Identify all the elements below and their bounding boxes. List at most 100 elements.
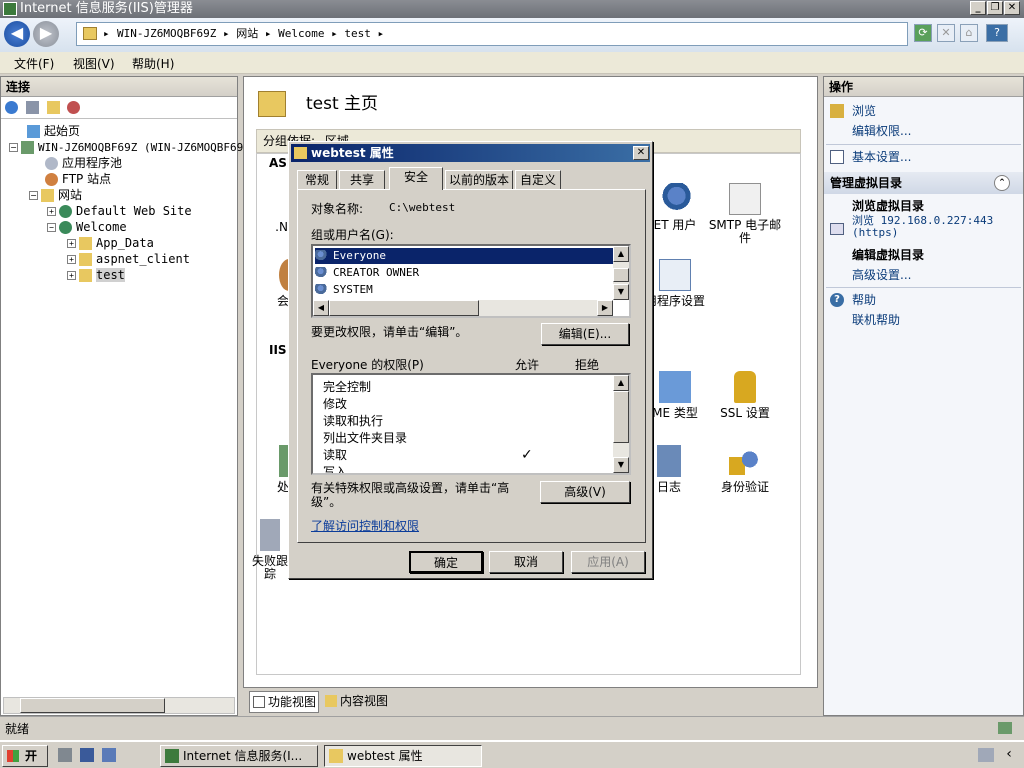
address-breadcrumb[interactable]: ▸ WIN-JZ6MOQBF69Z ▸ 网站 ▸ Welcome ▸ test … bbox=[76, 22, 908, 46]
crumb-sites[interactable]: 网站 bbox=[236, 27, 258, 40]
tab-security[interactable]: 安全 bbox=[389, 167, 443, 190]
scrollbar-thumb[interactable] bbox=[613, 268, 629, 282]
feature-authentication[interactable]: 身份验证 bbox=[706, 445, 784, 494]
tree-item-start-page[interactable]: 起始页 bbox=[1, 123, 237, 139]
collapse-icon[interactable]: − bbox=[47, 223, 56, 232]
collapse-section-icon[interactable]: ⌃ bbox=[994, 175, 1010, 191]
scrollbar-thumb[interactable] bbox=[329, 300, 479, 316]
tree-item-aspnet-client[interactable]: + aspnet_client bbox=[1, 251, 237, 267]
feature-smtp[interactable]: SMTP 电子邮件 bbox=[706, 183, 784, 245]
feature-ssl[interactable]: SSL 设置 bbox=[706, 371, 784, 420]
permission-list-folder: 列出文件夹目录 bbox=[323, 431, 408, 445]
tab-content-view[interactable]: 内容视图 bbox=[322, 691, 392, 713]
tab-features-view[interactable]: 功能视图 bbox=[249, 691, 319, 713]
ok-button[interactable]: 确定 bbox=[409, 551, 483, 573]
expand-icon[interactable]: + bbox=[67, 271, 76, 280]
tab-customize[interactable]: 自定义 bbox=[515, 170, 561, 190]
refresh-icon[interactable]: ⟳ bbox=[914, 24, 932, 42]
cancel-button[interactable]: 取消 bbox=[489, 551, 563, 573]
server-icon bbox=[21, 141, 34, 154]
tree-item-default-web-site[interactable]: + Default Web Site bbox=[1, 203, 237, 219]
powershell-icon[interactable] bbox=[80, 748, 94, 762]
taskbar: 开始 Internet 信息服务(I... webtest 属性 ‹ bbox=[0, 740, 1024, 768]
help-icon[interactable]: ? bbox=[986, 24, 1008, 42]
tray-icon[interactable] bbox=[978, 748, 994, 762]
start-button[interactable]: 开始 bbox=[2, 745, 48, 767]
apply-button[interactable]: 应用(A) bbox=[571, 551, 645, 573]
minimize-button[interactable]: _ bbox=[970, 1, 986, 15]
close-window-button[interactable]: ✕ bbox=[1004, 1, 1020, 15]
scrollbar-thumb[interactable] bbox=[613, 391, 629, 443]
save-icon[interactable] bbox=[25, 101, 39, 114]
action-browse-url[interactable]: 浏览 192.168.0.227:443 (https) bbox=[852, 215, 1012, 239]
forward-button[interactable]: ▶ bbox=[33, 21, 59, 47]
desktop-icon[interactable] bbox=[102, 748, 116, 762]
tree-item-sites[interactable]: − 网站 bbox=[1, 187, 237, 203]
collapse-icon[interactable]: − bbox=[29, 191, 38, 200]
menu-help[interactable]: 帮助(H) bbox=[132, 55, 174, 72]
users-scrollbar[interactable]: ▲ ▼ bbox=[613, 246, 629, 300]
stop-icon[interactable]: ✕ bbox=[937, 24, 955, 42]
tree-item-ftp[interactable]: FTP 站点 bbox=[1, 171, 237, 187]
scroll-up-icon[interactable]: ▲ bbox=[613, 375, 629, 391]
action-online-help[interactable]: 联机帮助 bbox=[852, 311, 900, 329]
group-icon bbox=[315, 267, 329, 279]
crumb-test[interactable]: test bbox=[344, 27, 371, 40]
auth-icon bbox=[729, 445, 761, 477]
advanced-button[interactable]: 高级(V) bbox=[540, 481, 630, 503]
action-help[interactable]: 帮助 bbox=[852, 291, 876, 309]
home-icon[interactable]: ⌂ bbox=[960, 24, 978, 42]
tab-previous-versions[interactable]: 以前的版本 bbox=[445, 170, 513, 190]
tree-item-test[interactable]: + test bbox=[1, 267, 237, 283]
user-item-system[interactable]: SYSTEM bbox=[315, 282, 373, 298]
tree-item-app-data[interactable]: + App_Data bbox=[1, 235, 237, 251]
tree-item-app-pools[interactable]: 应用程序池 bbox=[1, 155, 237, 171]
action-advanced-settings[interactable]: 高级设置... bbox=[852, 266, 911, 284]
tab-general[interactable]: 常规 bbox=[297, 170, 337, 190]
disconnect-icon[interactable] bbox=[67, 101, 81, 114]
back-button[interactable]: ◀ bbox=[4, 21, 30, 47]
crumb-server[interactable]: WIN-JZ6MOQBF69Z bbox=[117, 27, 216, 40]
expand-icon[interactable]: + bbox=[67, 239, 76, 248]
dialog-titlebar: webtest 属性 bbox=[291, 144, 650, 162]
scroll-right-icon[interactable]: ▶ bbox=[597, 300, 613, 316]
scroll-down-icon[interactable]: ▼ bbox=[613, 284, 629, 300]
feature-failed-request-tracing[interactable]: 失败跟踪 bbox=[250, 519, 290, 581]
user-item-everyone[interactable]: Everyone bbox=[315, 248, 613, 264]
tree-item-welcome[interactable]: − Welcome bbox=[1, 219, 237, 235]
action-basic-settings[interactable]: 基本设置... bbox=[852, 148, 911, 166]
users-listbox[interactable]: Everyone CREATOR OWNER SYSTEM ▲ ▼ ◀ ▶ bbox=[311, 244, 631, 318]
start-page-icon bbox=[27, 125, 40, 138]
learn-access-control-link[interactable]: 了解访问控制和权限 bbox=[311, 517, 419, 534]
dialog-close-button[interactable]: ✕ bbox=[633, 146, 649, 160]
user-item-creator-owner[interactable]: CREATOR OWNER bbox=[315, 265, 419, 281]
expand-icon[interactable]: + bbox=[47, 207, 56, 216]
horizontal-scrollbar[interactable] bbox=[3, 697, 235, 714]
scroll-left-icon[interactable]: ◀ bbox=[313, 300, 329, 316]
edit-button[interactable]: 编辑(E)... bbox=[541, 323, 629, 345]
scroll-up-icon[interactable]: ▲ bbox=[613, 246, 629, 262]
action-edit-permissions[interactable]: 编辑权限... bbox=[852, 122, 911, 140]
scroll-down-icon[interactable]: ▼ bbox=[613, 457, 629, 473]
action-browse[interactable]: 浏览 bbox=[852, 102, 876, 120]
scrollbar-thumb[interactable] bbox=[20, 698, 165, 713]
taskbar-iis-manager[interactable]: Internet 信息服务(I... bbox=[160, 745, 318, 767]
permissions-scrollbar[interactable]: ▲ ▼ bbox=[613, 375, 629, 473]
menu-file[interactable]: 文件(F) bbox=[14, 55, 54, 72]
collapse-icon[interactable]: − bbox=[9, 143, 18, 152]
connect-icon[interactable] bbox=[5, 101, 18, 114]
crumb-welcome[interactable]: Welcome bbox=[278, 27, 324, 40]
tray-expand-icon[interactable]: ‹ bbox=[1000, 746, 1018, 764]
menu-view[interactable]: 视图(V) bbox=[73, 55, 115, 72]
server-manager-icon[interactable] bbox=[58, 748, 72, 762]
maximize-button[interactable]: ❐ bbox=[987, 1, 1003, 15]
expand-icon[interactable]: + bbox=[67, 255, 76, 264]
taskbar-webtest-properties[interactable]: webtest 属性 bbox=[324, 745, 482, 767]
tab-sharing[interactable]: 共享 bbox=[339, 170, 385, 190]
windows-logo-icon bbox=[7, 750, 19, 762]
tree-item-server[interactable]: − WIN-JZ6MOQBF69Z (WIN-JZ6MOQBF69Z bbox=[1, 139, 250, 155]
up-folder-icon[interactable] bbox=[46, 101, 60, 114]
users-hscrollbar[interactable]: ◀ ▶ bbox=[313, 300, 613, 316]
browse-icon bbox=[830, 104, 844, 118]
log-icon bbox=[657, 445, 681, 477]
